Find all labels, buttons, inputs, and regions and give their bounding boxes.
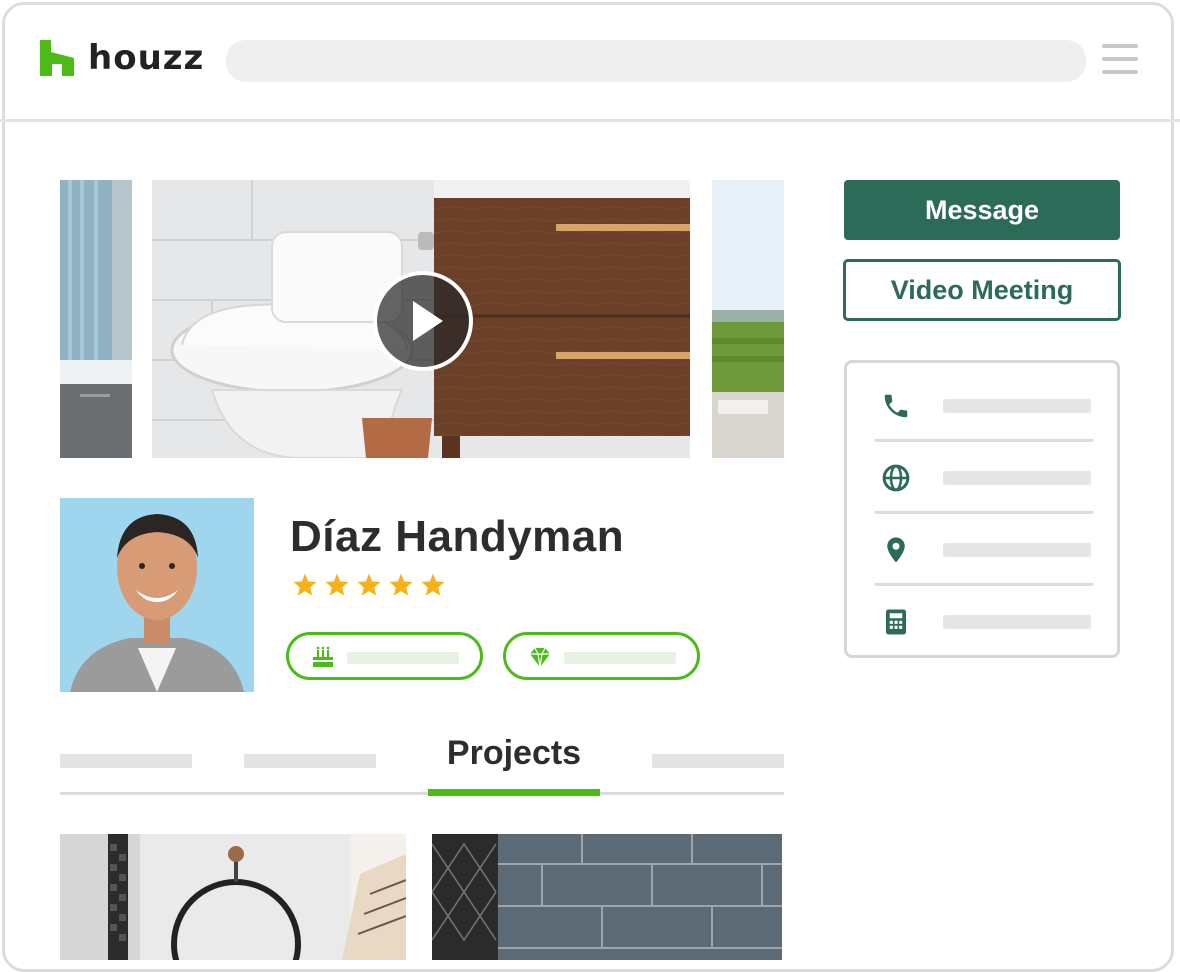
top-navigation-bar: houzz [0, 0, 1180, 122]
message-button[interactable]: Message [844, 180, 1120, 240]
badge-text-placeholder [564, 652, 676, 664]
star-icon [293, 573, 317, 596]
star-icon [325, 573, 349, 596]
tab-placeholder[interactable] [652, 754, 784, 768]
tab-placeholder[interactable] [60, 754, 192, 768]
website-placeholder [943, 471, 1091, 485]
diamond-icon [530, 647, 550, 668]
calculator-icon [886, 609, 906, 635]
contact-row-address[interactable] [875, 507, 1093, 586]
contact-row-cost[interactable] [875, 579, 1093, 651]
gallery-image-left[interactable] [60, 180, 132, 458]
pro-name: Díaz Handyman [290, 512, 625, 561]
cake-icon [313, 646, 333, 667]
badge-pro-award[interactable] [503, 632, 700, 680]
phone-icon [884, 394, 908, 418]
avatar[interactable] [60, 498, 254, 692]
hamburger-menu-icon[interactable] [1102, 44, 1138, 74]
tab-placeholder[interactable] [244, 754, 376, 768]
brand-name[interactable]: houzz [88, 38, 204, 78]
star-icon [357, 573, 381, 596]
tab-divider [60, 792, 784, 795]
star-icon [389, 573, 413, 596]
globe-icon [882, 464, 910, 492]
phone-placeholder [943, 399, 1091, 413]
video-meeting-button[interactable]: Video Meeting [843, 259, 1121, 321]
address-placeholder [943, 543, 1091, 557]
contact-row-website[interactable] [875, 435, 1093, 514]
location-pin-icon [887, 537, 905, 563]
play-icon [413, 301, 443, 341]
badge-text-placeholder [347, 652, 459, 664]
rating-stars [292, 572, 446, 598]
play-video-button[interactable] [373, 271, 473, 371]
project-thumbnail[interactable] [432, 834, 782, 960]
active-tab-indicator [428, 789, 600, 796]
houzz-logo-icon[interactable] [40, 40, 74, 76]
badge-years-in-business[interactable] [286, 632, 483, 680]
gallery-image-right[interactable] [712, 180, 784, 458]
search-input[interactable] [226, 40, 1086, 82]
tab-projects[interactable]: Projects [428, 734, 600, 773]
contact-info-card [844, 360, 1120, 658]
star-icon [421, 573, 445, 596]
contact-row-phone[interactable] [875, 363, 1093, 442]
cost-placeholder [943, 615, 1091, 629]
project-thumbnail[interactable] [60, 834, 406, 960]
